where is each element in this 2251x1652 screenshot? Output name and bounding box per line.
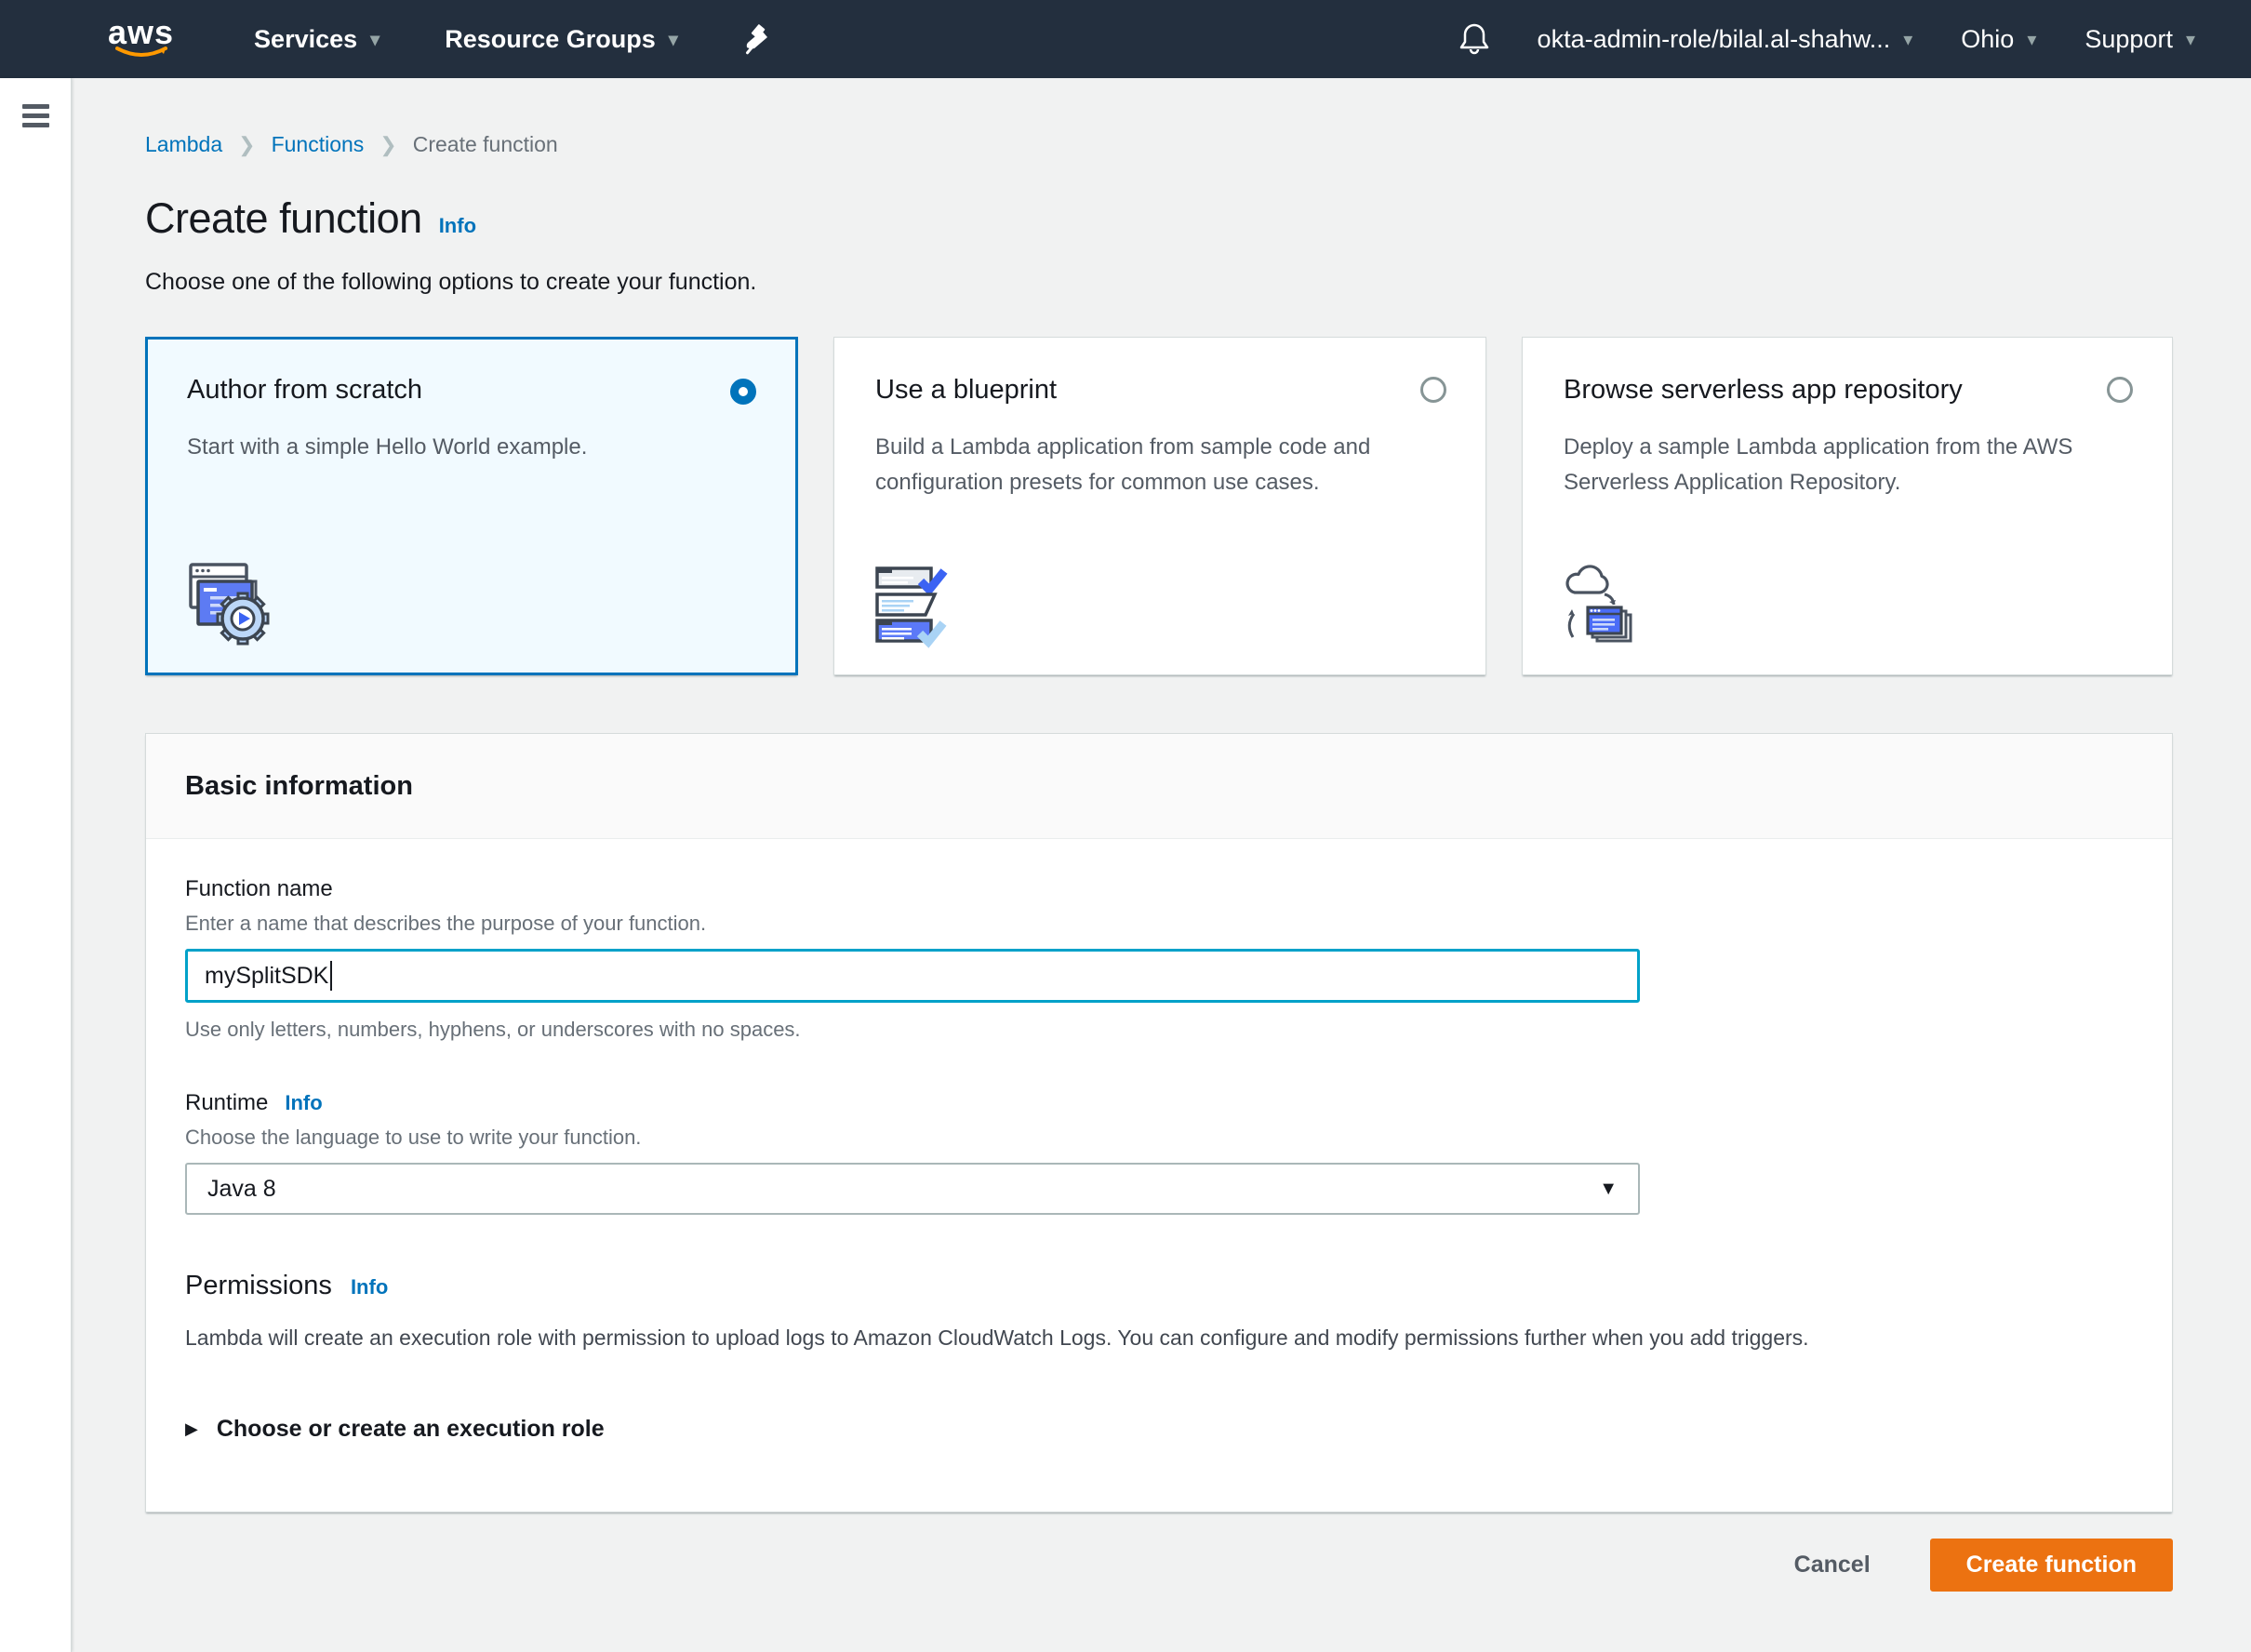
basic-information-panel: Basic information Function name Enter a …: [145, 733, 2173, 1512]
resource-groups-label: Resource Groups: [445, 25, 656, 54]
card-title: Use a blueprint: [875, 375, 1445, 406]
page-subtitle: Choose one of the following options to c…: [145, 269, 2173, 296]
creation-option-cards: Author from scratch Start with a simple …: [145, 337, 2173, 675]
account-label: okta-admin-role/bilal.al-shahw...: [1538, 25, 1891, 54]
breadcrumb: Lambda ❯ Functions ❯ Create function: [145, 132, 2173, 157]
region-label: Ohio: [1961, 25, 2014, 54]
card-description: Deploy a sample Lambda application from …: [1564, 430, 2103, 500]
execution-role-expander[interactable]: ▶ Choose or create an execution role: [185, 1416, 2133, 1443]
breadcrumb-separator-icon: ❯: [380, 133, 396, 157]
card-title: Browse serverless app repository: [1564, 375, 2131, 406]
runtime-help: Choose the language to use to write your…: [185, 1126, 2133, 1150]
select-caret-icon: ▼: [1599, 1179, 1618, 1200]
services-menu[interactable]: Services ▾: [254, 25, 380, 54]
chevron-down-icon: ▾: [370, 28, 380, 51]
runtime-block: Runtime Info Choose the language to use …: [185, 1090, 2133, 1215]
runtime-label: Runtime: [185, 1090, 268, 1116]
runtime-select[interactable]: Java 8 ▼: [185, 1163, 1640, 1215]
chevron-down-icon: ▾: [2027, 28, 2036, 51]
author-from-scratch-icon: [185, 557, 274, 646]
function-name-help: Enter a name that describes the purpose …: [185, 912, 2133, 936]
resource-groups-menu[interactable]: Resource Groups ▾: [445, 25, 678, 54]
support-menu[interactable]: Support ▾: [2085, 25, 2195, 54]
support-label: Support: [2085, 25, 2173, 54]
card-description: Build a Lambda application from sample c…: [875, 430, 1415, 500]
radio-unselected-icon[interactable]: [2107, 377, 2133, 403]
title-info-link[interactable]: Info: [439, 214, 476, 238]
radio-selected-icon[interactable]: [730, 379, 756, 405]
top-navigation-bar: aws Services ▾ Resource Groups ▾: [0, 0, 2251, 78]
card-description: Start with a simple Hello World example.: [187, 430, 726, 465]
hamburger-menu-icon[interactable]: [22, 104, 49, 127]
chevron-down-icon: ▾: [2186, 28, 2195, 51]
breadcrumb-functions-link[interactable]: Functions: [272, 132, 365, 157]
function-name-input[interactable]: mySplitSDK: [185, 949, 1640, 1003]
nav-right-group: okta-admin-role/bilal.al-shahw... ▾ Ohio…: [1459, 22, 2251, 56]
region-menu[interactable]: Ohio ▾: [1961, 25, 2036, 54]
services-label: Services: [254, 25, 357, 54]
option-card-use-a-blueprint[interactable]: Use a blueprint Build a Lambda applicati…: [833, 337, 1486, 675]
panel-title: Basic information: [185, 771, 413, 802]
footer-actions: Cancel Create function: [145, 1539, 2173, 1592]
page-title-row: Create function Info: [145, 194, 2173, 243]
breadcrumb-lambda-link[interactable]: Lambda: [145, 132, 222, 157]
panel-header: Basic information: [146, 734, 2172, 839]
permissions-info-link[interactable]: Info: [351, 1275, 388, 1299]
serverless-app-repository-icon: [1560, 559, 1649, 648]
runtime-info-link[interactable]: Info: [285, 1091, 322, 1115]
option-card-browse-serverless-app-repository[interactable]: Browse serverless app repository Deploy …: [1522, 337, 2173, 675]
create-function-button[interactable]: Create function: [1930, 1539, 2173, 1592]
aws-console-screen: aws Services ▾ Resource Groups ▾: [0, 0, 2251, 1652]
nav-left-group: Services ▾ Resource Groups ▾: [254, 23, 771, 55]
execution-role-expander-label: Choose or create an execution role: [217, 1416, 605, 1443]
card-title: Author from scratch: [187, 375, 756, 406]
blueprint-icon: [872, 559, 961, 648]
chevron-down-icon: ▾: [1903, 28, 1912, 51]
panel-body: Function name Enter a name that describe…: [146, 839, 2172, 1512]
permissions-description: Lambda will create an execution role wit…: [185, 1326, 2133, 1351]
text-cursor: [330, 961, 332, 991]
breadcrumb-current: Create function: [413, 132, 558, 157]
permissions-block: Permissions Info Lambda will create an e…: [185, 1271, 2133, 1443]
pushpin-icon[interactable]: [743, 23, 771, 55]
notifications-bell-icon[interactable]: [1459, 22, 1489, 56]
option-card-author-from-scratch[interactable]: Author from scratch Start with a simple …: [145, 337, 798, 675]
function-name-constraint: Use only letters, numbers, hyphens, or u…: [185, 1018, 2133, 1042]
account-menu[interactable]: okta-admin-role/bilal.al-shahw... ▾: [1538, 25, 1913, 54]
function-name-label: Function name: [185, 876, 2133, 902]
permissions-title: Permissions: [185, 1271, 332, 1301]
aws-smile-icon: [115, 47, 167, 60]
aws-logo-text: aws: [108, 19, 174, 47]
breadcrumb-separator-icon: ❯: [238, 133, 255, 157]
cancel-button[interactable]: Cancel: [1794, 1552, 1871, 1579]
runtime-selected-value: Java 8: [207, 1176, 276, 1203]
aws-logo[interactable]: aws: [108, 19, 174, 60]
expander-triangle-icon: ▶: [185, 1419, 198, 1439]
function-name-value: mySplitSDK: [205, 963, 328, 990]
left-sidebar: [0, 78, 72, 1652]
chevron-down-icon: ▾: [669, 28, 678, 51]
page-title: Create function: [145, 194, 422, 243]
main-content: Lambda ❯ Functions ❯ Create function Cre…: [72, 78, 2251, 1652]
radio-unselected-icon[interactable]: [1420, 377, 1446, 403]
